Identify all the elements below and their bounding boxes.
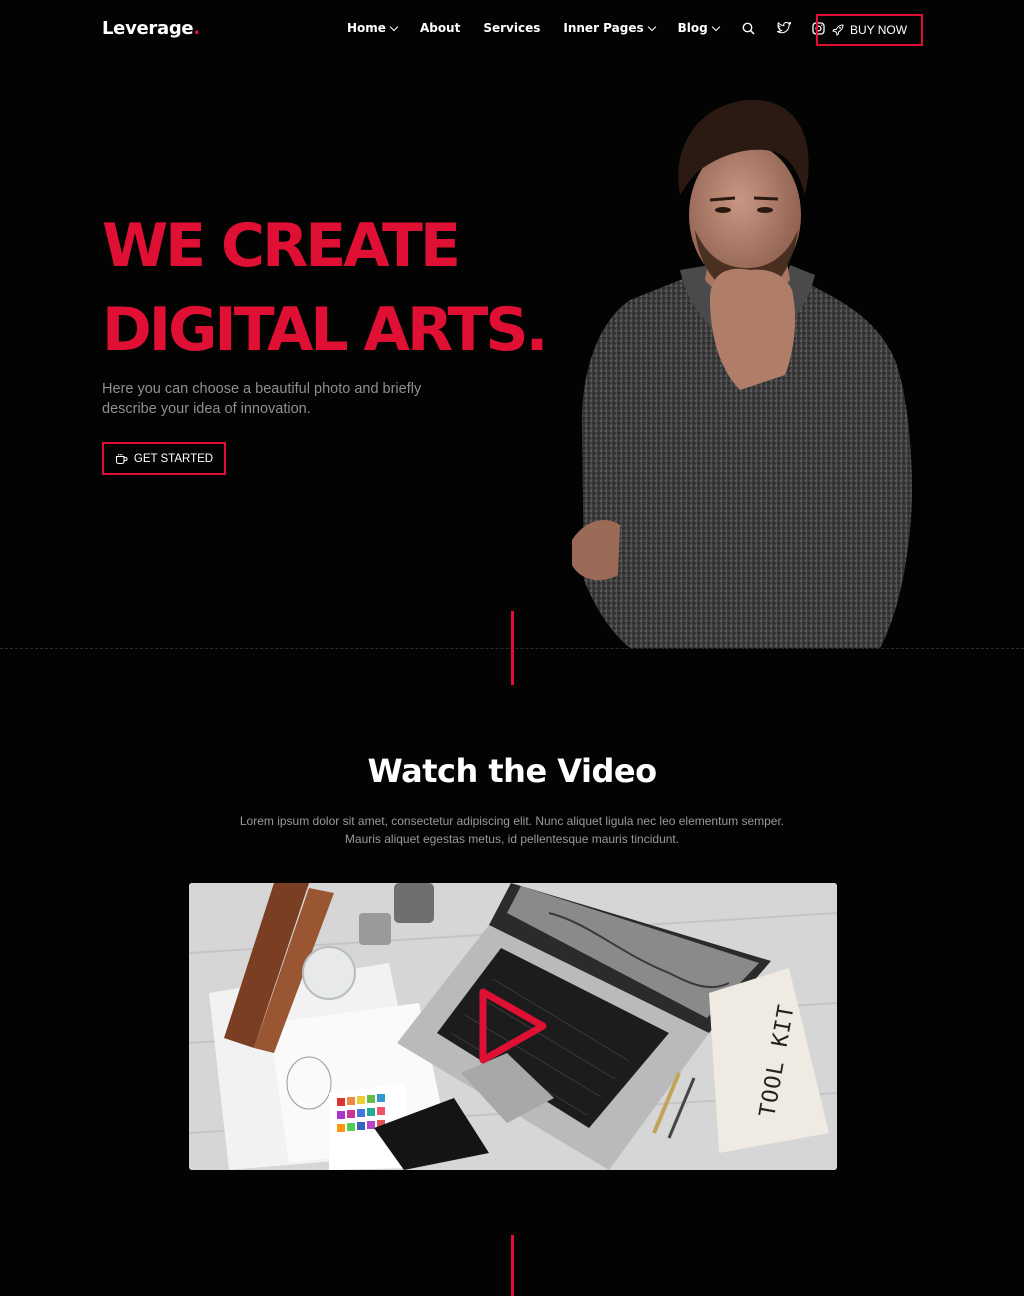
site-header: Leverage. Home About Services Inner Page…: [0, 0, 1024, 62]
nav-item-label: About: [419, 21, 461, 35]
nav-item-about[interactable]: About: [420, 21, 460, 35]
logo-dot: .: [193, 18, 200, 39]
hero-title-line-2: DIGITAL ARTS.: [102, 295, 548, 365]
play-icon[interactable]: [477, 986, 549, 1066]
nav-item-label: Services: [483, 21, 541, 35]
buy-now-button[interactable]: BUY NOW: [816, 14, 923, 46]
video-thumbnail[interactable]: TOOL KIT: [189, 883, 837, 1170]
nav-item-label: Blog: [677, 21, 708, 35]
logo[interactable]: Leverage.: [102, 18, 200, 39]
chevron-down-icon: [711, 22, 720, 31]
search-icon[interactable]: [742, 21, 756, 35]
chevron-down-icon: [647, 22, 656, 31]
twitter-icon[interactable]: [776, 21, 791, 35]
rocket-icon: [832, 24, 844, 36]
video-section-description: Lorem ipsum dolor sit amet, consectetur …: [239, 814, 785, 846]
hero-man-image: [572, 100, 912, 648]
hero-title-line-1: WE CREATE: [102, 211, 461, 281]
buy-now-label: BUY NOW: [849, 23, 908, 37]
scroll-indicator-line: [511, 611, 514, 685]
video-section-title: Watch the Video: [367, 752, 657, 790]
nav-item-label: Home: [347, 21, 386, 35]
hero-description: Here you can choose a beautiful photo an…: [102, 381, 422, 417]
coffee-icon: [115, 453, 128, 464]
chevron-down-icon: [389, 22, 399, 31]
nav-item-home[interactable]: Home: [347, 21, 399, 35]
logo-text: Leverage: [102, 18, 194, 39]
main-nav: Home About Services Inner Pages Blog: [347, 21, 847, 35]
nav-item-blog[interactable]: Blog: [677, 21, 720, 35]
scroll-indicator-line: [511, 1235, 514, 1296]
get-started-label: GET STARTED: [133, 452, 214, 465]
nav-item-services[interactable]: Services: [483, 21, 540, 35]
get-started-button[interactable]: GET STARTED: [102, 442, 226, 475]
hero-title: WE CREATE DIGITAL ARTS.: [102, 204, 548, 372]
nav-item-label: Inner Pages: [563, 21, 644, 35]
nav-item-inner-pages[interactable]: Inner Pages: [563, 21, 656, 35]
